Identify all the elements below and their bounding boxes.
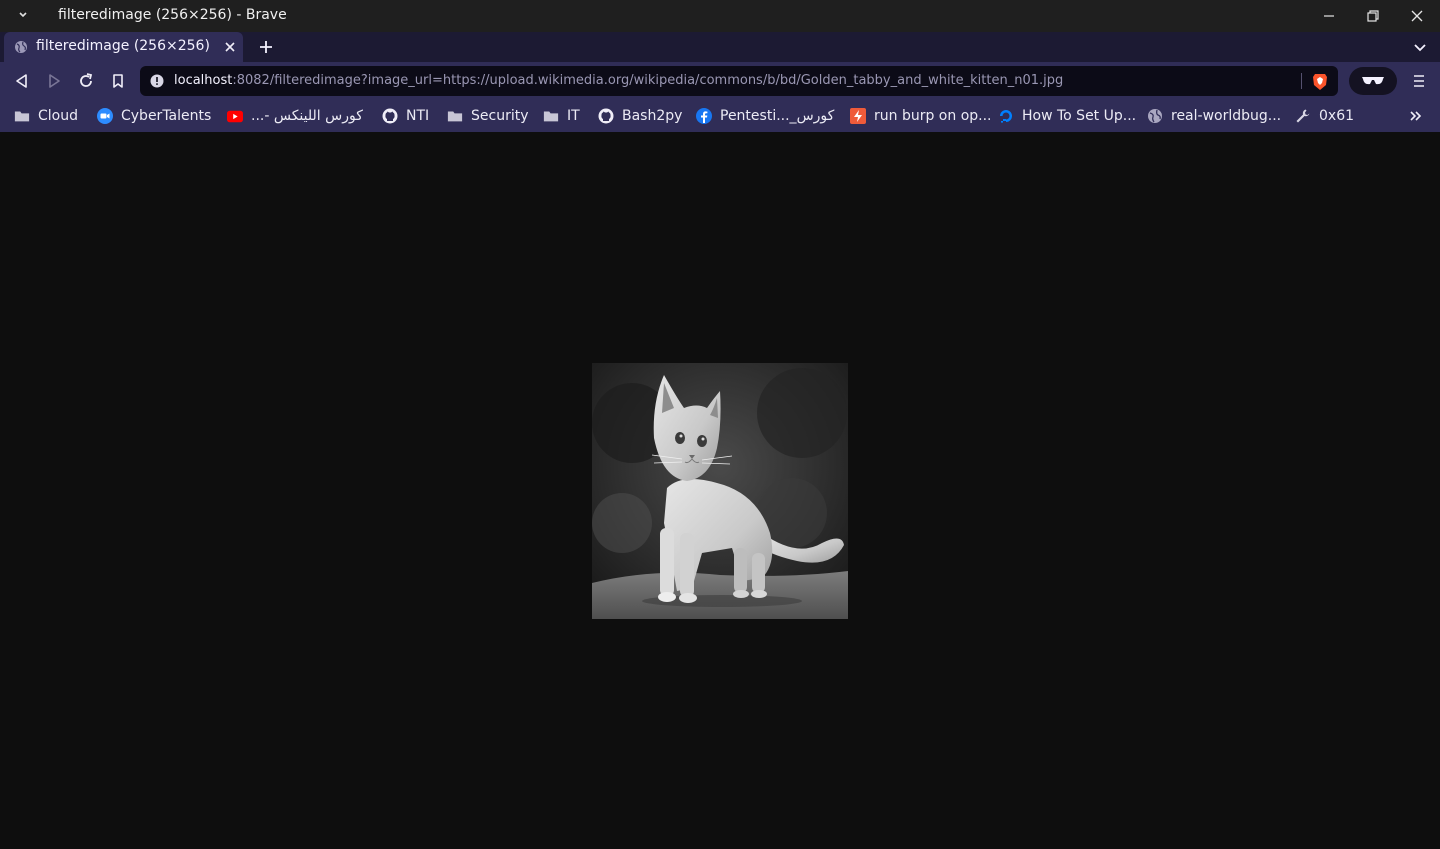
- close-icon: [1411, 10, 1423, 22]
- new-tab-plus-icon[interactable]: [256, 37, 276, 57]
- bookmark-0x61[interactable]: 0x61: [1295, 100, 1354, 132]
- url-host: localhost: [174, 73, 233, 88]
- tab-close-icon[interactable]: [222, 39, 238, 55]
- window-menu-chevron-icon[interactable]: [14, 6, 32, 24]
- reload-icon[interactable]: [76, 71, 96, 91]
- filtered-kitten-image: [592, 363, 848, 619]
- page-content: [0, 132, 1440, 849]
- bookmark-label: كورس اللينكس -...: [251, 108, 363, 124]
- bookmark-cybertalents[interactable]: CyberTalents: [97, 100, 211, 132]
- navigation-toolbar: localhost:8082/filteredimage?image_url=h…: [0, 62, 1440, 100]
- facebook-icon: [696, 108, 712, 124]
- bookmark-bash2py[interactable]: Bash2py: [598, 100, 682, 132]
- github-icon: [382, 108, 398, 124]
- bookmark-pentesting-course[interactable]: Pentesti..._كورس: [696, 100, 834, 132]
- bookmark-nti[interactable]: NTI: [382, 100, 429, 132]
- bookmark-security[interactable]: Security: [447, 100, 529, 132]
- minimize-button[interactable]: [1307, 0, 1351, 32]
- minimize-icon: [1324, 15, 1334, 17]
- bookmark-label: run burp on op...: [874, 108, 992, 124]
- main-menu-icon[interactable]: [1410, 72, 1428, 90]
- bookmark-label: Bash2py: [622, 108, 683, 124]
- site-info-icon[interactable]: [150, 74, 164, 88]
- bookmark-real-world-bugs[interactable]: real-worldbug...: [1147, 100, 1281, 132]
- bookmark-label: Security: [471, 108, 529, 124]
- window-titlebar: filteredimage (256×256) - Brave: [0, 0, 1440, 32]
- brave-shields-icon[interactable]: [1311, 72, 1329, 91]
- tab-search-chevron-icon[interactable]: [1410, 37, 1430, 57]
- bookmark-label: CyberTalents: [121, 108, 212, 124]
- github-icon: [598, 108, 614, 124]
- tab-title: filteredimage (256×256): [36, 38, 210, 54]
- bookmark-label: NTI: [406, 108, 430, 124]
- tab-filteredimage[interactable]: filteredimage (256×256): [4, 32, 243, 62]
- sunglasses-icon: [1362, 77, 1384, 85]
- youtube-icon: [227, 108, 243, 124]
- url-text[interactable]: localhost:8082/filteredimage?image_url=h…: [174, 73, 1063, 88]
- restore-icon: [1367, 10, 1379, 22]
- folder-icon: [543, 108, 559, 124]
- zap-icon: [850, 108, 866, 124]
- bookmark-how-to-set-up[interactable]: How To Set Up...: [998, 100, 1136, 132]
- address-bar-divider: [1301, 73, 1302, 89]
- restore-button[interactable]: [1351, 0, 1395, 32]
- address-bar[interactable]: localhost:8082/filteredimage?image_url=h…: [140, 66, 1338, 96]
- folder-icon: [14, 108, 30, 124]
- bookmark-linux-course[interactable]: كورس اللينكس -...: [227, 100, 363, 132]
- rewards-button[interactable]: [1349, 67, 1397, 95]
- wrench-icon: [1295, 108, 1311, 124]
- bookmark-run-burp[interactable]: run burp on op...: [850, 100, 992, 132]
- folder-icon: [447, 108, 463, 124]
- zoom-icon: [97, 108, 113, 124]
- bookmark-label: 0x61: [1319, 108, 1355, 124]
- bookmark-cloud[interactable]: Cloud: [14, 100, 78, 132]
- globe-icon: [1147, 108, 1163, 124]
- tab-strip: filteredimage (256×256): [0, 32, 1440, 62]
- digitalocean-icon: [998, 108, 1014, 124]
- bookmark-label: IT: [567, 108, 580, 124]
- close-window-button[interactable]: [1395, 0, 1439, 32]
- bookmarks-bar: Cloud CyberTalents كورس اللينكس -... NTI…: [0, 100, 1440, 132]
- more-bookmarks-chevron-icon[interactable]: [1408, 108, 1424, 124]
- forward-icon[interactable]: [44, 71, 64, 91]
- window-title: filteredimage (256×256) - Brave: [58, 7, 287, 23]
- bookmark-icon[interactable]: [108, 71, 128, 91]
- bookmark-it[interactable]: IT: [543, 100, 580, 132]
- url-path: :8082/filteredimage?image_url=https://up…: [232, 73, 1064, 88]
- kitten-photo-illustration: [592, 363, 848, 619]
- back-icon[interactable]: [12, 71, 32, 91]
- bookmark-label: Cloud: [38, 108, 78, 124]
- bookmark-label: How To Set Up...: [1022, 108, 1137, 124]
- globe-icon: [15, 41, 27, 53]
- bookmark-label: Pentesti..._كورس: [720, 108, 835, 124]
- bookmark-label: real-worldbug...: [1171, 108, 1282, 124]
